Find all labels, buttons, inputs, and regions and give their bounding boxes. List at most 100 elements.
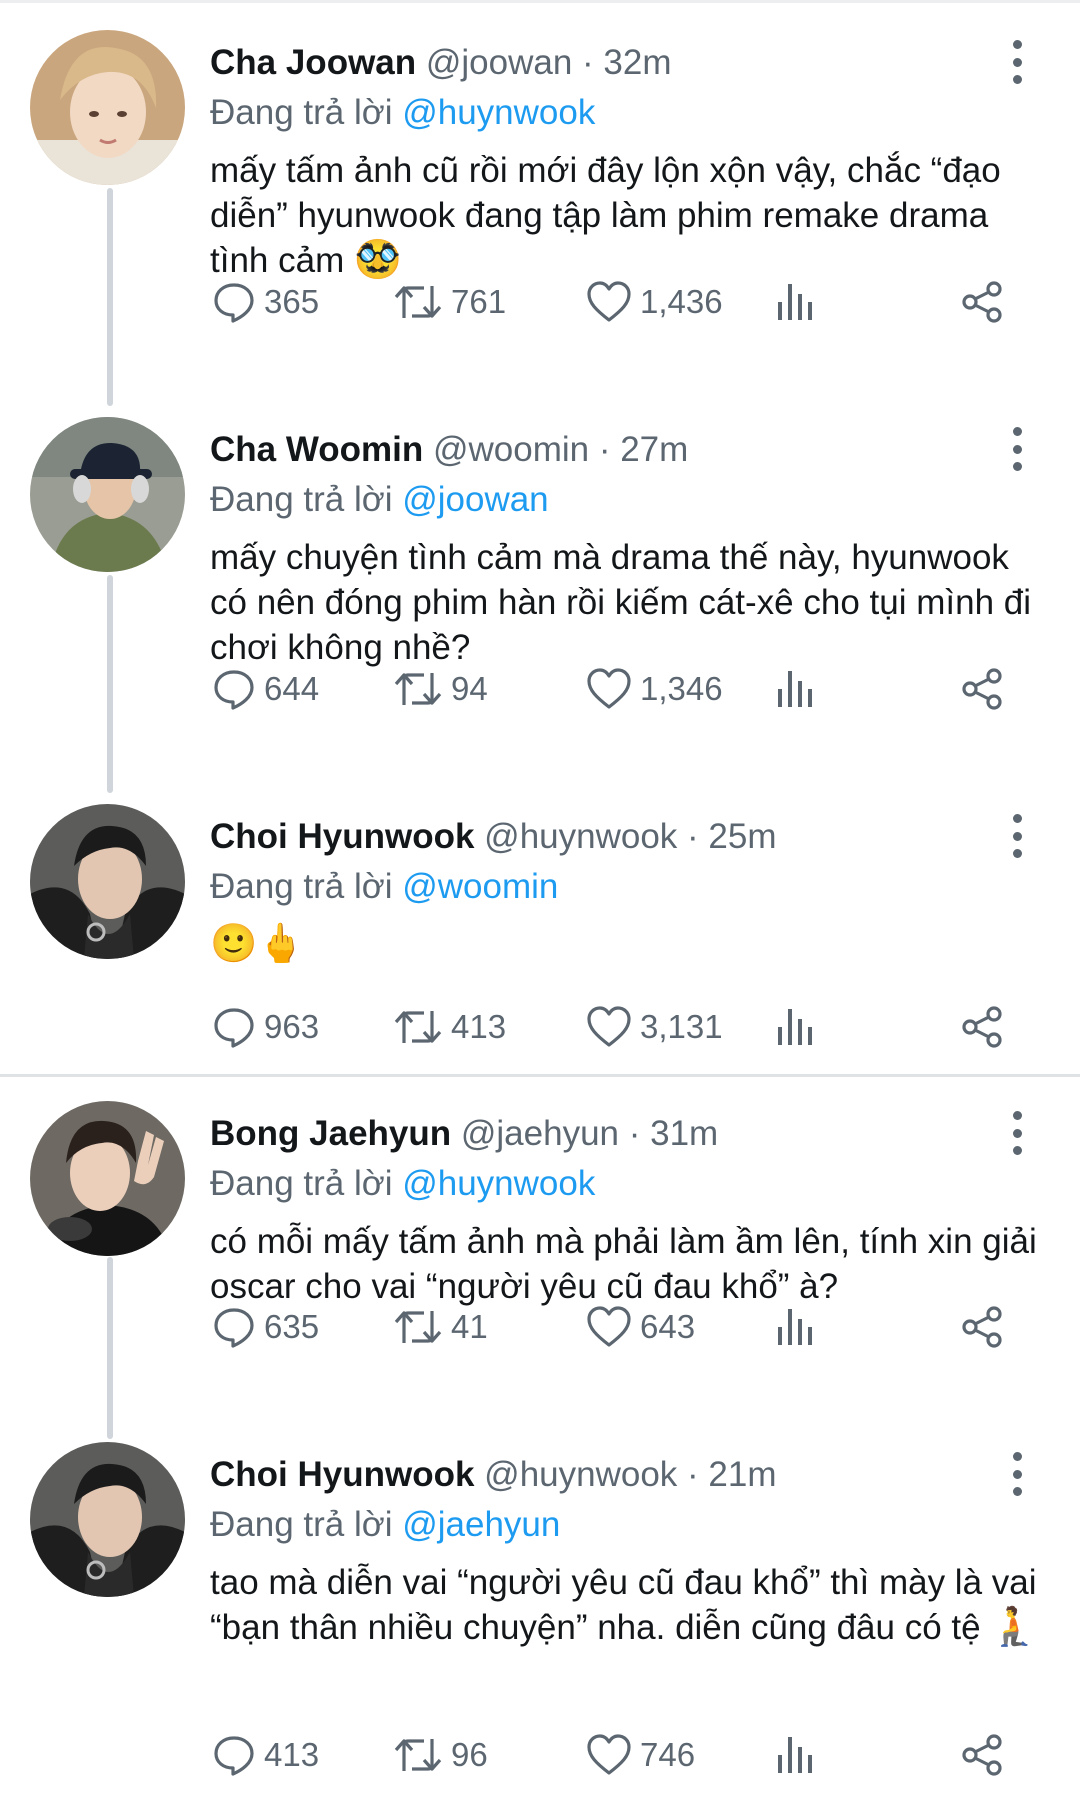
handle-time: @huynwook · 25m [484,817,777,856]
mention-link[interactable]: @woomin [402,867,558,906]
emoji: 🙂🖕 [210,923,305,965]
tweet-body: tao mà diễn vai “người yêu cũ đau khổ” t… [210,1563,1037,1647]
tweet-body: mấy tấm ảnh cũ rồi mới đây lộn xộn vậy, … [210,151,1001,280]
retweet-icon [393,280,443,324]
tweet-body: có mỗi mấy tấm ảnh mà phải làm ầm lên, t… [210,1222,1037,1306]
reply-button[interactable]: 644 [212,659,319,719]
share-button[interactable] [960,1297,1004,1357]
analytics-button[interactable] [775,1725,815,1785]
analytics-button[interactable] [775,997,815,1057]
reply-context: Đang trả lời @jaehyun [210,1500,560,1550]
top-divider [0,0,1080,3]
more-options-icon[interactable] [1000,427,1034,471]
share-button[interactable] [960,659,1004,719]
bar-chart-icon [775,667,815,711]
retweet-button[interactable]: 94 [393,659,488,719]
thread-separator [0,1074,1080,1077]
retweet-icon [393,1005,443,1049]
reply-prefix: Đang trả lời [210,1164,393,1203]
retweet-button[interactable]: 413 [393,997,506,1057]
bar-chart-icon [775,1305,815,1349]
reply-icon [212,667,256,711]
bar-chart-icon [775,1733,815,1777]
reply-context: Đang trả lời @woomin [210,862,558,912]
display-name[interactable]: Bong Jaehyun [210,1114,451,1153]
mention-link[interactable]: @joowan [402,480,548,519]
avatar[interactable] [30,1442,185,1597]
share-button[interactable] [960,997,1004,1057]
reply-prefix: Đang trả lời [210,867,393,906]
replies-count: 365 [264,283,320,320]
display-name[interactable]: Choi Hyunwook [210,1455,474,1494]
reply-button[interactable]: 365 [212,272,319,332]
action-bar: 644 94 1,346 [0,659,1080,719]
reply-prefix: Đang trả lời [210,93,393,132]
share-icon [960,1005,1004,1049]
like-button[interactable]: 1,436 [586,272,723,332]
mention-link[interactable]: @jaehyun [402,1505,560,1544]
like-button[interactable]: 1,346 [586,659,723,719]
retweets-count: 41 [451,1308,488,1345]
retweet-button[interactable]: 761 [393,272,506,332]
avatar[interactable] [30,1101,185,1256]
action-bar: 365 761 1,436 [0,272,1080,332]
reply-button[interactable]: 413 [212,1725,319,1785]
retweet-icon [393,667,443,711]
reply-button[interactable]: 963 [212,997,319,1057]
action-bar: 963 413 3,131 [0,997,1080,1057]
avatar[interactable] [30,417,185,572]
reply-context: Đang trả lời @huynwook [210,88,595,138]
more-options-icon[interactable] [1000,814,1034,858]
likes-count: 3,131 [640,1008,723,1045]
tweet-header: Cha Joowan @joowan · 32m [210,38,672,88]
share-icon [960,1733,1004,1777]
heart-icon [586,280,632,324]
mention-link[interactable]: @huynwook [402,93,595,132]
more-options-icon[interactable] [1000,1111,1034,1155]
retweet-button[interactable]: 41 [393,1297,488,1357]
like-button[interactable]: 643 [586,1297,695,1357]
share-button[interactable] [960,1725,1004,1785]
handle-time: @huynwook · 21m [484,1455,777,1494]
tweet-text: 🙂🖕 [210,922,1040,967]
handle-time: @woomin · 27m [432,430,689,469]
analytics-button[interactable] [775,659,815,719]
share-button[interactable] [960,272,1004,332]
reply-button[interactable]: 635 [212,1297,319,1357]
tweet-header: Bong Jaehyun @jaehyun · 31m [210,1109,718,1159]
replies-count: 963 [264,1008,320,1045]
reply-icon [212,280,256,324]
display-name[interactable]: Choi Hyunwook [210,817,474,856]
reply-prefix: Đang trả lời [210,1505,393,1544]
avatar[interactable] [30,804,185,959]
display-name[interactable]: Cha Joowan [210,43,416,82]
likes-count: 746 [640,1736,696,1773]
analytics-button[interactable] [775,1297,815,1357]
mention-link[interactable]: @huynwook [402,1164,595,1203]
share-icon [960,667,1004,711]
analytics-button[interactable] [775,272,815,332]
more-options-icon[interactable] [1000,1452,1034,1496]
retweet-button[interactable]: 96 [393,1725,488,1785]
tweet-body: mấy chuyện tình cảm mà drama thế này, hy… [210,538,1031,667]
emoji: 🧎 [990,1606,1038,1648]
avatar[interactable] [30,30,185,185]
handle-time: @jaehyun · 31m [460,1114,719,1153]
retweet-icon [393,1305,443,1349]
action-bar: 635 41 643 [0,1297,1080,1357]
reply-icon [212,1305,256,1349]
replies-count: 644 [264,670,320,707]
display-name[interactable]: Cha Woomin [210,430,423,469]
reply-context: Đang trả lời @huynwook [210,1159,595,1209]
more-options-icon[interactable] [1000,40,1034,84]
tweet-text: mấy chuyện tình cảm mà drama thế này, hy… [210,535,1040,670]
share-icon [960,280,1004,324]
like-button[interactable]: 3,131 [586,997,723,1057]
retweets-count: 413 [451,1008,507,1045]
tweet-text: mấy tấm ảnh cũ rồi mới đây lộn xộn vậy, … [210,148,1040,283]
share-icon [960,1305,1004,1349]
replies-count: 635 [264,1308,320,1345]
retweets-count: 94 [451,670,488,707]
retweets-count: 761 [451,283,507,320]
like-button[interactable]: 746 [586,1725,695,1785]
